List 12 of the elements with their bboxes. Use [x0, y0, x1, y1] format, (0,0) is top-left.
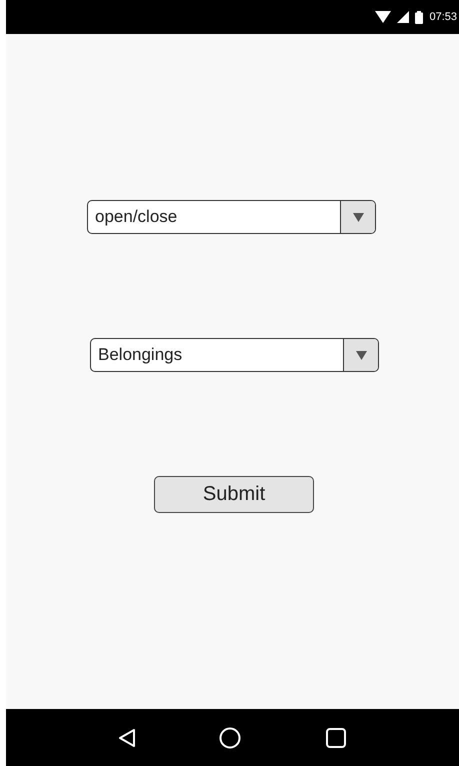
battery-icon [415, 10, 424, 24]
submit-button[interactable]: Submit [154, 476, 314, 513]
home-icon[interactable] [219, 726, 242, 748]
dropdown[interactable]: open/close [87, 200, 376, 234]
dropdown[interactable]: Belongings [90, 338, 379, 372]
caret-icon [352, 212, 364, 222]
back-icon[interactable] [118, 728, 136, 748]
wifi-icon [375, 11, 392, 23]
signal-icon [397, 11, 410, 23]
recents-icon[interactable] [325, 726, 348, 748]
status-time: 07:53 [429, 11, 457, 23]
caret-icon [356, 350, 366, 360]
